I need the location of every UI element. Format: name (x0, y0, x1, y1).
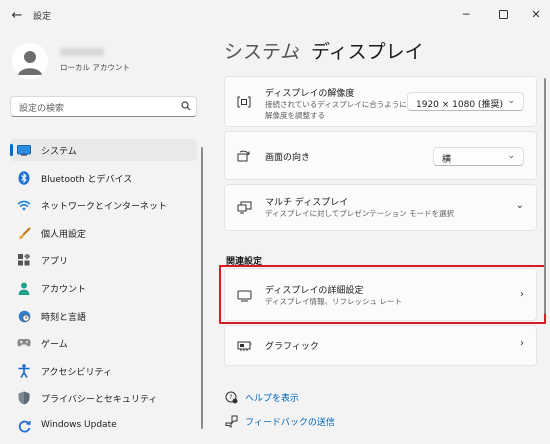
sidebar-item-label: アカウント (41, 285, 87, 295)
person-icon (17, 281, 31, 295)
window-title: 設定 (33, 12, 52, 22)
sidebar-item-time-language[interactable]: 時刻と言語 (10, 305, 197, 327)
update-icon (17, 419, 31, 433)
sidebar-item-apps[interactable]: アプリ (10, 249, 197, 271)
sidebar-item-label: ネットワークとインターネット (41, 202, 168, 212)
resolution-icon (236, 94, 252, 110)
sidebar-item-label: アプリ (41, 257, 69, 267)
chevron-down-icon: ⌄ (507, 151, 515, 161)
maximize-button[interactable] (489, 4, 517, 24)
user-name-redacted (60, 48, 104, 56)
shield-icon (17, 391, 31, 405)
sidebar-item-label: アクセシビリティ (41, 368, 113, 378)
sidebar-item-system[interactable]: システム (10, 139, 197, 161)
multi-display-title: マルチ ディスプレイ (265, 198, 349, 208)
brush-icon (17, 226, 31, 240)
chevron-right-icon: › (520, 338, 524, 349)
orientation-dropdown[interactable]: 横 ⌄ (433, 147, 524, 166)
close-button[interactable]: ✕ (522, 4, 550, 24)
multi-display-icon (236, 199, 252, 215)
resolution-card: ディスプレイの解像度 接続されているディスプレイに合うように 解像度を調整する … (224, 76, 537, 127)
avatar[interactable] (12, 43, 48, 79)
sidebar-scrollbar[interactable] (201, 147, 203, 429)
sidebar-item-windows-update[interactable]: Windows Update (10, 415, 197, 437)
resolution-desc-line2: 解像度を調整する (265, 111, 325, 120)
sidebar-item-personalization[interactable]: 個人用設定 (10, 222, 197, 244)
chevron-down-icon: ⌄ (515, 200, 524, 211)
search-icon (181, 101, 191, 111)
sidebar-item-label: プライバシーとセキュリティ (41, 395, 158, 405)
title-bar: ← 設定 ─ ✕ (0, 0, 550, 30)
resolution-dropdown[interactable]: 1920 × 1080 (推奨) ⌄ (407, 92, 524, 111)
help-link[interactable]: ヘルプを表示 (245, 391, 299, 404)
sidebar-item-gaming[interactable]: ゲーム (10, 332, 197, 354)
sidebar-item-label: ゲーム (41, 340, 68, 350)
account-type-label: ローカル アカウント (60, 63, 130, 72)
resolution-value: 1920 × 1080 (推奨) (416, 100, 503, 110)
chevron-down-icon: ⌄ (507, 96, 515, 106)
graphics-card[interactable]: グラフィック › (224, 325, 537, 366)
search-placeholder: 設定の検索 (19, 104, 65, 114)
feedback-icon (224, 414, 238, 428)
main-scrollbar[interactable] (544, 78, 546, 314)
sidebar-item-label: Bluetooth とデバイス (41, 175, 133, 185)
page-title: ディスプレイ (311, 41, 424, 63)
feedback-link[interactable]: フィードバックの送信 (245, 415, 335, 428)
breadcrumb-separator: › (294, 40, 300, 58)
sidebar-item-network[interactable]: ネットワークとインターネット (10, 194, 197, 216)
multi-display-card[interactable]: マルチ ディスプレイ ディスプレイに対してプレゼンテーション モードを選択 ⌄ (224, 184, 537, 231)
orientation-value: 横 (442, 155, 452, 165)
sidebar-item-privacy[interactable]: プライバシーとセキュリティ (10, 387, 197, 409)
graphics-title: グラフィック (265, 342, 319, 352)
sidebar-item-accessibility[interactable]: アクセシビリティ (10, 360, 197, 382)
graphics-card-icon (236, 338, 252, 354)
breadcrumb-parent[interactable]: システム (224, 37, 299, 64)
multi-display-desc: ディスプレイに対してプレゼンテーション モードを選択 (265, 209, 454, 218)
sidebar-item-label: 個人用設定 (41, 230, 87, 240)
orientation-title: 画面の向き (265, 153, 311, 163)
gamepad-icon (17, 336, 31, 350)
bluetooth-icon (17, 171, 31, 185)
accessibility-icon (17, 364, 31, 378)
back-arrow-icon[interactable]: ← (8, 6, 26, 24)
sidebar-item-label: 時刻と言語 (41, 313, 87, 323)
search-input[interactable]: 設定の検索 (10, 96, 197, 117)
sidebar-item-label: Windows Update (41, 420, 117, 430)
sidebar-item-bluetooth[interactable]: Bluetooth とデバイス (10, 167, 197, 189)
user-avatar-icon (18, 51, 42, 75)
resolution-title: ディスプレイの解像度 (265, 89, 355, 99)
orientation-card: 画面の向き 横 ⌄ (224, 131, 537, 180)
maximize-icon (498, 9, 508, 19)
selection-indicator (10, 144, 13, 156)
wifi-icon (17, 198, 31, 212)
svg-text:?: ? (229, 394, 232, 401)
system-icon (17, 143, 31, 157)
sidebar-item-accounts[interactable]: アカウント (10, 277, 197, 299)
clock-globe-icon (17, 309, 31, 323)
orientation-icon (236, 148, 252, 164)
resolution-desc-line1: 接続されているディスプレイに合うように (265, 100, 407, 109)
help-icon: ? (224, 390, 238, 404)
minimize-button[interactable]: ─ (452, 4, 480, 24)
apps-icon (17, 253, 31, 267)
sidebar-item-label: システム (41, 147, 77, 157)
highlight-box (219, 265, 546, 324)
